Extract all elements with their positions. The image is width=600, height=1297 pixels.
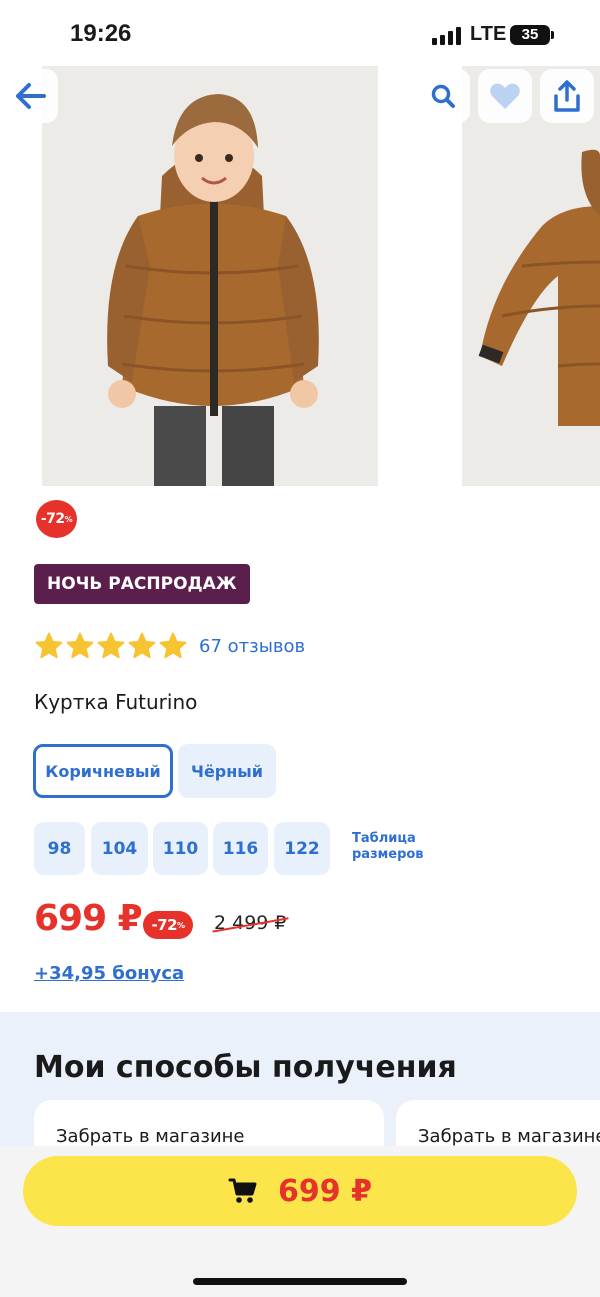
size-chart-link[interactable]: Таблица размеров — [352, 831, 424, 863]
cart-button-price: 699 ₽ — [278, 1173, 372, 1209]
status-bar: 19:26 LTE 35 — [0, 0, 600, 66]
jacket-illustration — [462, 66, 600, 486]
product-gallery[interactable] — [0, 66, 600, 486]
star-icon — [97, 632, 125, 659]
favorite-button[interactable] — [478, 69, 532, 123]
size-option[interactable]: 122 — [274, 822, 330, 875]
search-button[interactable] — [416, 69, 470, 123]
share-button[interactable] — [540, 69, 594, 123]
size-chart-line1: Таблица — [352, 831, 416, 846]
star-icon — [159, 632, 187, 659]
size-option[interactable]: 98 — [34, 822, 85, 875]
signal-icon — [432, 27, 464, 45]
product-title: Куртка Futurino — [34, 690, 198, 714]
current-price: 699 ₽ — [34, 898, 143, 939]
home-indicator — [193, 1278, 407, 1285]
bonus-link[interactable]: +34,95 бонуса — [34, 963, 184, 984]
discount-badge-unit: % — [64, 514, 73, 524]
boy-jacket-illustration — [42, 66, 378, 486]
price-discount-badge: -72% — [143, 911, 193, 939]
price-discount-unit: % — [177, 920, 185, 930]
rating[interactable]: 67 отзывов — [34, 630, 305, 662]
delivery-heading: Мои способы получения — [34, 1050, 457, 1085]
status-time: 19:26 — [70, 20, 132, 47]
battery-tip — [551, 31, 554, 39]
price-discount-value: -72 — [151, 916, 178, 934]
discount-badge: -72% — [36, 500, 77, 538]
bottom-bar: 699 ₽ — [0, 1146, 600, 1297]
product-photo-next[interactable] — [462, 66, 600, 486]
size-chart-line2: размеров — [352, 847, 424, 862]
delivery-card-title: Забрать в магазине — [418, 1126, 600, 1147]
network-type: LTE — [470, 23, 507, 45]
reviews-link[interactable]: 67 отзывов — [199, 636, 305, 657]
back-button[interactable] — [4, 69, 58, 123]
battery-icon: 35 — [510, 25, 550, 45]
discount-badge-value: -72 — [40, 511, 65, 527]
cart-icon — [228, 1178, 257, 1203]
old-price: 2 499 ₽ — [214, 912, 287, 934]
star-icon — [128, 632, 156, 659]
color-option-black[interactable]: Чёрный — [178, 744, 276, 798]
size-option[interactable]: 104 — [91, 822, 148, 875]
size-option[interactable]: 116 — [213, 822, 268, 875]
star-icon — [35, 632, 63, 659]
sale-event-label: НОЧЬ РАСПРОДАЖ — [34, 564, 250, 604]
size-option[interactable]: 110 — [153, 822, 208, 875]
product-photo-main[interactable] — [42, 66, 378, 486]
star-icon — [66, 632, 94, 659]
delivery-card-title: Забрать в магазине — [56, 1126, 245, 1147]
share-icon — [554, 80, 580, 112]
color-option-brown[interactable]: Коричневый — [33, 744, 173, 798]
search-icon — [431, 84, 455, 108]
add-to-cart-button[interactable]: 699 ₽ — [23, 1156, 577, 1226]
heart-icon — [490, 83, 520, 109]
back-arrow-icon — [16, 83, 46, 109]
